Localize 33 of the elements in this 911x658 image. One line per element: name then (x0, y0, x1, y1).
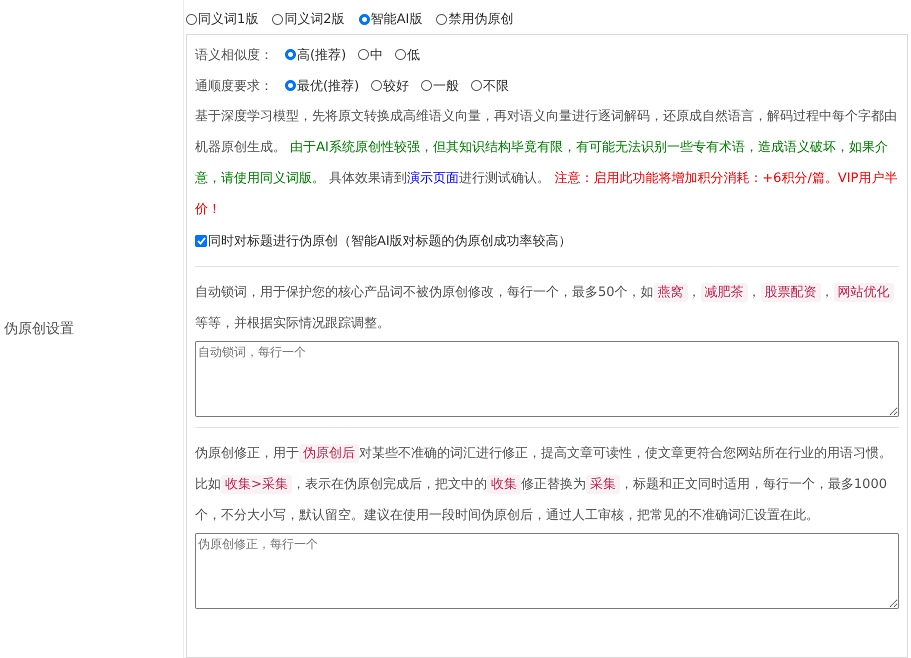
field-label: 通顺度要求： (195, 78, 273, 94)
radio-option[interactable]: 最优(推荐) (285, 76, 360, 94)
radio-icon[interactable] (471, 80, 482, 91)
radio-option[interactable]: 高(推荐) (285, 46, 346, 64)
checkbox-icon[interactable] (195, 234, 207, 246)
radio-icon[interactable] (285, 49, 296, 60)
radio-option[interactable]: 低 (395, 46, 420, 64)
radio-icon[interactable] (421, 80, 432, 91)
radio-option[interactable]: 同义词1版 (186, 10, 258, 28)
radio-icon[interactable] (371, 80, 382, 91)
section-label: 伪原创设置 (3, 320, 74, 338)
radio-option[interactable]: 一般 (421, 76, 460, 94)
radio-option[interactable]: 同义词2版 (272, 10, 345, 28)
corrections-field[interactable]: 伪原创修正，每行一个 (195, 533, 899, 609)
demo-page-link[interactable]: 演示页面 (407, 171, 460, 186)
checkbox-option[interactable]: 同时对标题进行伪原创（智能AI版对标题的伪原创成功率较高） (195, 232, 572, 250)
description-text: 伪原创修正，用于 伪原创后 对某些不准确的词汇进行修正，提高文章可读性，使文章更符合您网站所在行业的用语习惯。比如 收集>采集 ，表示在伪原创完成后，把文中的 收集 修正替换为 采集 ，标题和正文同时适用，每行一个，最多1000个，不分大小写，默认留空。建议在使用一段时间伪原创后，通过人工审核，把常见的不准确词汇设置在此。 (195, 443, 893, 525)
radio-icon[interactable] (186, 14, 197, 24)
description-text: 自动锁词，用于保护您的核心产品词不被伪原创修改，每行一个，最多50个，如 燕窝 ， 减肥茶 ， 股票配资 ， 网站优化 等等，并根据实际情况跟踪调整。 (195, 277, 899, 339)
field-label: 语义相似度： (195, 46, 273, 64)
radio-option[interactable]: 禁用伪原创 (436, 10, 514, 28)
radio-option[interactable]: 智能AI版 (358, 10, 422, 28)
radio-option[interactable]: 较好 (371, 76, 410, 94)
radio-icon[interactable] (285, 80, 296, 91)
radio-icon[interactable] (272, 14, 284, 24)
description-text: 基于深度学习模型，先将原文转换成高维语义向量，再对语义向量进行逐词解码，还原成自然语言，解码过程中每个字都由机器原创生成。 由于AI系统原创性较强，但其知识结构毕竟有限，有可能无法识别一些专有术语，造成语义破坏，如果介意，请使用同义词版。 具体效果请到演示页面进行测试确认。 注意：启用此功能将增加积分消耗：+6积分/篇。VIP用户半价！ (195, 108, 898, 219)
radio-icon[interactable] (395, 49, 406, 60)
radio-icon[interactable] (358, 49, 370, 60)
radio-option[interactable]: 不限 (471, 76, 510, 94)
radio-option[interactable]: 中 (358, 46, 384, 64)
lock-words-field[interactable]: 自动锁词，每行一个 (195, 341, 899, 417)
radio-icon[interactable] (436, 14, 448, 24)
radio-icon[interactable] (358, 14, 370, 24)
